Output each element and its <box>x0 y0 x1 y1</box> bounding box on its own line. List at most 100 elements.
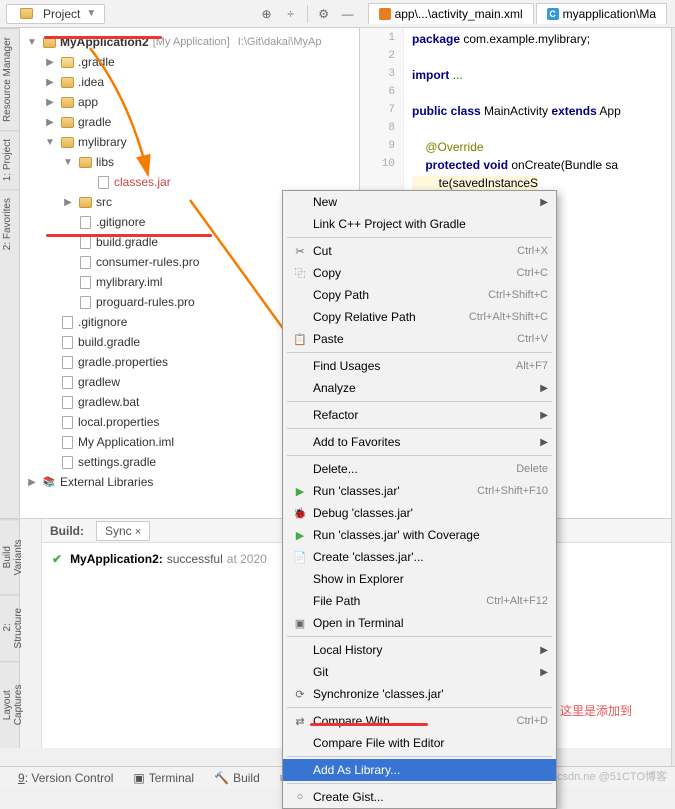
build-tab-sync[interactable]: Sync × <box>96 521 150 541</box>
tree-label: libs <box>96 155 114 169</box>
menu-item-find-usages[interactable]: Find UsagesAlt+F7 <box>283 355 556 377</box>
menu-item-create-classes-jar[interactable]: 📄Create 'classes.jar'... <box>283 546 556 568</box>
code-line[interactable] <box>412 122 667 140</box>
code-line[interactable] <box>412 50 667 68</box>
code-line[interactable]: @Override <box>412 140 667 158</box>
menu-label: Paste <box>309 332 505 346</box>
tree-label: app <box>78 95 98 109</box>
tree-item[interactable]: ▶app <box>20 92 359 112</box>
menu-item-create-gist[interactable]: ○Create Gist... <box>283 786 556 808</box>
tree-label: mylibrary <box>78 135 127 149</box>
side-tab[interactable]: Layout Captures <box>0 661 19 748</box>
tree-item[interactable]: ▶.idea <box>20 72 359 92</box>
tree-item[interactable]: ▼libs <box>20 152 359 172</box>
tree-label: gradle <box>78 115 111 129</box>
menu-item-link-c-project-with-gradle[interactable]: Link C++ Project with Gradle <box>283 213 556 235</box>
tree-root[interactable]: ▼MyApplication2[My Application]I:\Git\da… <box>20 32 359 52</box>
bottom-tab[interactable]: 9: Version Control <box>6 769 121 787</box>
menu-item-compare-with[interactable]: ⇄Compare With...Ctrl+D <box>283 710 556 732</box>
menu-item-copy[interactable]: ⿻CopyCtrl+C <box>283 262 556 284</box>
tree-item[interactable]: ▶gradle <box>20 112 359 132</box>
tree-label: proguard-rules.pro <box>96 295 195 309</box>
library-icon: 📚 <box>42 475 56 489</box>
project-view-dropdown[interactable]: Project ▼ <box>6 4 105 24</box>
menu-shortcut: Ctrl+Alt+F12 <box>486 595 548 607</box>
menu-item-file-path[interactable]: File PathCtrl+Alt+F12 <box>283 590 556 612</box>
side-tab[interactable]: 1: Project <box>0 130 19 189</box>
code-line[interactable] <box>412 86 667 104</box>
submenu-arrow-icon: ▶ <box>540 645 548 656</box>
menu-item-copy-relative-path[interactable]: Copy Relative PathCtrl+Alt+Shift+C <box>283 306 556 328</box>
menu-label: Create 'classes.jar'... <box>309 550 548 564</box>
menu-item-new[interactable]: New▶ <box>283 191 556 213</box>
menu-shortcut: Ctrl+X <box>517 245 548 257</box>
code-line[interactable]: package com.example.mylibrary; <box>412 32 667 50</box>
dropdown-label: Project <box>43 7 80 21</box>
editor-tab[interactable]: app\...\activity_main.xml <box>368 3 534 24</box>
menu-item-refactor[interactable]: Refactor▶ <box>283 404 556 426</box>
file-icon <box>78 275 92 289</box>
side-tab[interactable]: Build Variants <box>0 519 19 594</box>
menu-item-delete[interactable]: Delete...Delete <box>283 458 556 480</box>
menu-item-local-history[interactable]: Local History▶ <box>283 639 556 661</box>
menu-item-git[interactable]: Git▶ <box>283 661 556 683</box>
menu-item-open-in-terminal[interactable]: ▣Open in Terminal <box>283 612 556 634</box>
annotation-underline <box>44 36 162 39</box>
menu-icon: ✂ <box>291 245 309 258</box>
tree-item[interactable]: ▼mylibrary <box>20 132 359 152</box>
menu-item-run-classes-jar[interactable]: ▶Run 'classes.jar'Ctrl+Shift+F10 <box>283 480 556 502</box>
menu-item-synchronize-classes-jar[interactable]: ⟳Synchronize 'classes.jar' <box>283 683 556 705</box>
file-icon <box>78 295 92 309</box>
tree-item[interactable]: classes.jar <box>20 172 359 192</box>
code-line[interactable]: import ... <box>412 68 667 86</box>
expand-icon[interactable]: ÷ <box>279 3 303 25</box>
editor-tab[interactable]: Cmyapplication\Ma <box>536 3 667 24</box>
menu-item-copy-path[interactable]: Copy PathCtrl+Shift+C <box>283 284 556 306</box>
build-title: Build: <box>50 524 84 538</box>
side-tab[interactable]: 2: Favorites <box>0 189 19 258</box>
tree-label: settings.gradle <box>78 455 156 469</box>
tree-label: My Application.iml <box>78 435 174 449</box>
build-result-time: at 2020 <box>227 552 267 566</box>
menu-item-run-classes-jar-with-coverage[interactable]: ▶Run 'classes.jar' with Coverage <box>283 524 556 546</box>
context-menu: New▶Link C++ Project with Gradle ✂CutCtrl… <box>282 190 557 809</box>
menu-icon: ○ <box>291 791 309 803</box>
menu-icon: 📋 <box>291 333 309 346</box>
menu-item-add-as-library[interactable]: Add As Library... <box>283 759 556 781</box>
code-line[interactable]: protected void onCreate(Bundle sa <box>412 158 667 176</box>
file-icon <box>60 315 74 329</box>
file-icon <box>60 435 74 449</box>
menu-item-paste[interactable]: 📋Paste Ctrl+V <box>283 328 556 350</box>
menu-icon: ⇄ <box>291 715 309 728</box>
menu-item-show-in-explorer[interactable]: Show in Explorer <box>283 568 556 590</box>
side-tab[interactable]: Resource Manager <box>0 28 19 130</box>
menu-item-analyze[interactable]: Analyze▶ <box>283 377 556 399</box>
menu-item-add-to-favorites[interactable]: Add to Favorites▶ <box>283 431 556 453</box>
menu-label: Debug 'classes.jar' <box>309 506 548 520</box>
side-tab[interactable]: 2: Structure <box>0 594 19 660</box>
menu-label: Analyze <box>309 381 540 395</box>
menu-shortcut: Alt+F7 <box>516 360 548 372</box>
tree-label: gradlew.bat <box>78 395 139 409</box>
file-icon <box>96 175 110 189</box>
code-line[interactable]: public class MainActivity extends App <box>412 104 667 122</box>
menu-shortcut: Ctrl+C <box>517 267 548 279</box>
file-icon <box>78 235 92 249</box>
target-icon[interactable]: ⊕ <box>255 3 279 25</box>
menu-label: Delete... <box>309 462 504 476</box>
project-toolbar: Project ▼ ⊕ ÷ ⚙ — app\...\activity_main.… <box>0 0 675 28</box>
collapse-icon[interactable]: — <box>336 3 360 25</box>
menu-shortcut: Ctrl+V <box>517 333 548 345</box>
right-tool-tabs <box>671 28 675 766</box>
gear-icon[interactable]: ⚙ <box>312 3 336 25</box>
menu-item-compare-file-with-editor[interactable]: Compare File with Editor <box>283 732 556 754</box>
tab-label: Build <box>233 771 260 785</box>
menu-item-cut[interactable]: ✂CutCtrl+X <box>283 240 556 262</box>
submenu-arrow-icon: ▶ <box>540 410 548 421</box>
bottom-tab[interactable]: ▣Terminal <box>125 769 202 787</box>
menu-item-debug-classes-jar[interactable]: 🐞Debug 'classes.jar' <box>283 502 556 524</box>
success-icon: ✔ <box>52 552 62 566</box>
bottom-tab[interactable]: 🔨Build <box>206 769 268 787</box>
folder-icon <box>60 75 74 89</box>
tree-item[interactable]: ▶.gradle <box>20 52 359 72</box>
